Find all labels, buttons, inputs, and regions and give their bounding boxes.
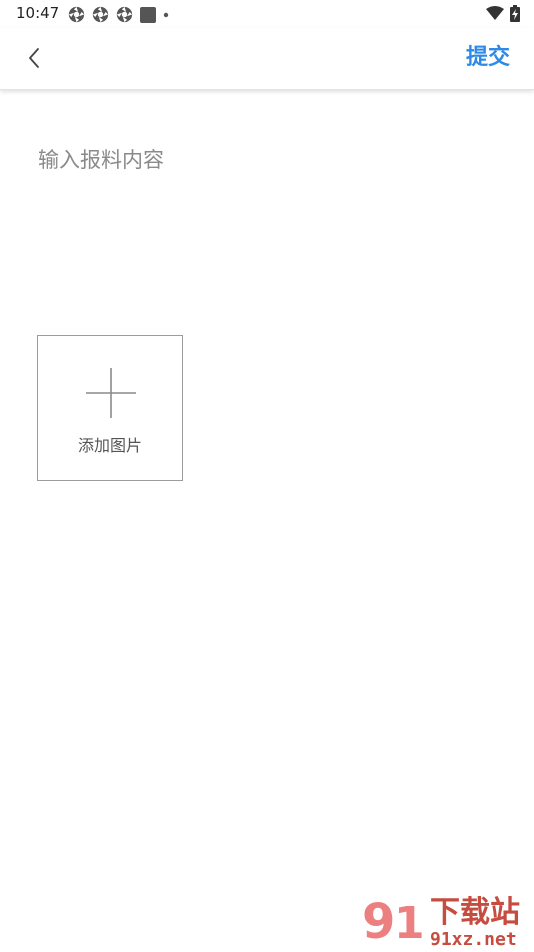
- wifi-icon: [486, 6, 504, 25]
- watermark-logo: 9 1 下载站 91xz.net: [360, 888, 530, 950]
- add-image-button[interactable]: 添加图片: [37, 335, 183, 481]
- notification-icons: [68, 6, 169, 23]
- back-button[interactable]: [20, 42, 50, 74]
- aperture-icon: [116, 6, 133, 23]
- battery-charging-icon: [510, 5, 520, 26]
- submit-button[interactable]: 提交: [466, 42, 510, 74]
- top-app-bar: 提交: [0, 28, 534, 90]
- system-icons: [486, 5, 520, 26]
- plus-icon: [86, 368, 136, 422]
- status-time: 10:47: [16, 4, 60, 22]
- square-icon: [140, 6, 156, 23]
- aperture-icon: [92, 6, 109, 23]
- dot-icon: [163, 7, 169, 23]
- chevron-left-icon: [20, 48, 50, 78]
- status-bar: 10:47: [0, 0, 534, 28]
- content-input[interactable]: [38, 140, 498, 290]
- svg-text:91xz.net: 91xz.net: [430, 929, 517, 948]
- svg-text:9: 9: [362, 894, 395, 948]
- aperture-icon: [68, 6, 85, 23]
- svg-text:下载站: 下载站: [430, 895, 520, 930]
- svg-text:1: 1: [394, 898, 425, 948]
- add-image-label: 添加图片: [77, 436, 142, 455]
